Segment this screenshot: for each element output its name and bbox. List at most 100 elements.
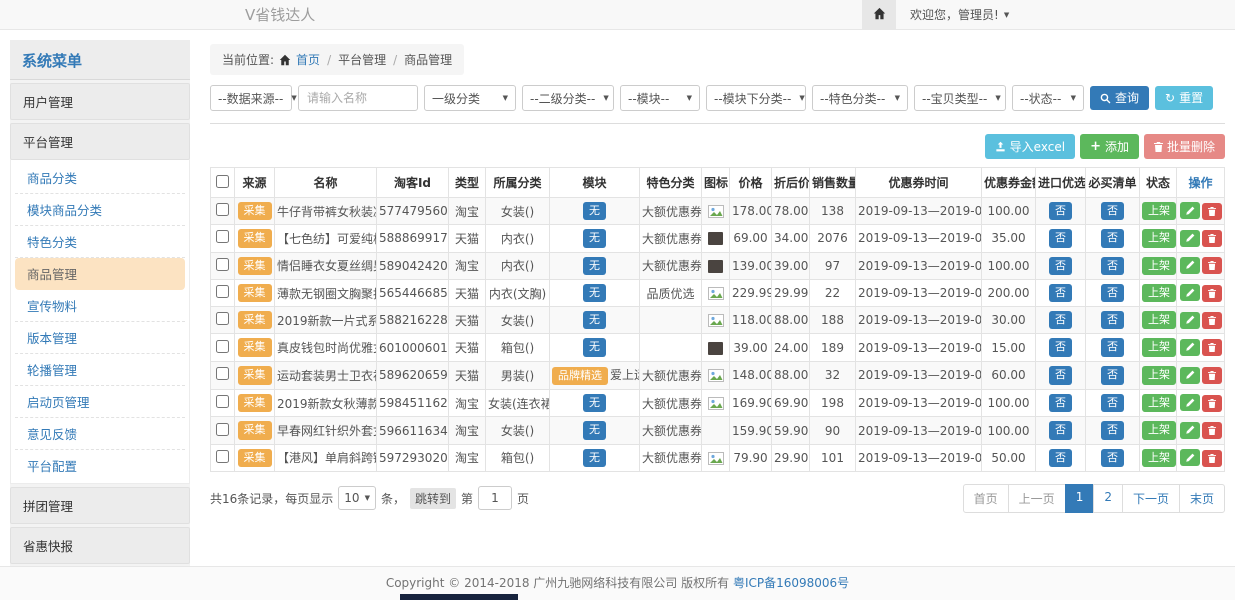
status-toggle[interactable]: 上架 <box>1142 229 1176 247</box>
edit-button[interactable] <box>1180 449 1200 466</box>
delete-button[interactable] <box>1202 230 1222 247</box>
sidebar-group[interactable]: 用户管理 <box>10 83 190 120</box>
filter-level2-select[interactable]: --二级分类--▼ <box>522 85 614 111</box>
status-toggle[interactable]: 上架 <box>1142 449 1176 467</box>
sidebar-item[interactable]: 特色分类 <box>15 226 185 258</box>
pager-button[interactable]: 首页 <box>963 484 1009 513</box>
import-select-toggle[interactable]: 否 <box>1049 229 1072 247</box>
delete-button[interactable] <box>1202 257 1222 274</box>
sidebar-group[interactable]: 平台管理 <box>10 123 190 160</box>
filter-item-type-select[interactable]: --宝贝类型--▼ <box>914 85 1006 111</box>
breadcrumb-home-link[interactable]: 首页 <box>296 51 320 68</box>
delete-button[interactable] <box>1202 203 1222 220</box>
select-all-checkbox[interactable] <box>216 175 229 188</box>
search-button[interactable]: 查询 <box>1090 86 1149 110</box>
sidebar-item[interactable]: 版本管理 <box>15 322 185 354</box>
add-button[interactable]: + 添加 <box>1080 134 1139 159</box>
jump-page-input[interactable] <box>478 486 512 510</box>
pager-button[interactable]: 末页 <box>1179 484 1225 513</box>
row-checkbox[interactable] <box>216 395 229 408</box>
edit-button[interactable] <box>1180 394 1200 411</box>
row-checkbox[interactable] <box>216 258 229 271</box>
import-select-toggle[interactable]: 否 <box>1049 311 1072 329</box>
status-toggle[interactable]: 上架 <box>1142 311 1176 329</box>
icp-link[interactable]: 粤ICP备16098006号 <box>733 576 849 590</box>
batch-delete-button[interactable]: 批量删除 <box>1144 134 1225 159</box>
row-checkbox[interactable] <box>216 230 229 243</box>
row-checkbox[interactable] <box>216 203 229 216</box>
jump-to-label[interactable]: 跳转到 <box>410 488 456 509</box>
must-buy-toggle[interactable]: 否 <box>1101 202 1124 220</box>
must-buy-toggle[interactable]: 否 <box>1101 257 1124 275</box>
per-page-select[interactable]: 10 ▼ <box>338 486 376 510</box>
must-buy-toggle[interactable]: 否 <box>1101 421 1124 439</box>
row-checkbox[interactable] <box>216 312 229 325</box>
row-checkbox[interactable] <box>216 367 229 380</box>
import-select-toggle[interactable]: 否 <box>1049 421 1072 439</box>
user-menu[interactable]: 欢迎您，管理员! ▼ <box>896 6 1023 23</box>
edit-button[interactable] <box>1180 257 1200 274</box>
import-select-toggle[interactable]: 否 <box>1049 257 1072 275</box>
must-buy-toggle[interactable]: 否 <box>1101 449 1124 467</box>
delete-button[interactable] <box>1202 395 1222 412</box>
edit-button[interactable] <box>1180 422 1200 439</box>
edit-button[interactable] <box>1180 230 1200 247</box>
status-toggle[interactable]: 上架 <box>1142 394 1176 412</box>
reset-button[interactable]: ↻ 重置 <box>1155 86 1213 110</box>
status-toggle[interactable]: 上架 <box>1142 421 1176 439</box>
must-buy-toggle[interactable]: 否 <box>1101 311 1124 329</box>
must-buy-toggle[interactable]: 否 <box>1101 284 1124 302</box>
sidebar-item[interactable]: 启动页管理 <box>15 386 185 418</box>
filter-status-select[interactable]: --状态--▼ <box>1012 85 1084 111</box>
filter-name-input[interactable] <box>298 85 418 111</box>
status-toggle[interactable]: 上架 <box>1142 366 1176 384</box>
sidebar-item[interactable]: 商品分类 <box>15 162 185 194</box>
delete-button[interactable] <box>1202 450 1222 467</box>
sidebar-item[interactable]: 轮播管理 <box>15 354 185 386</box>
home-button[interactable] <box>862 0 896 29</box>
row-checkbox[interactable] <box>216 285 229 298</box>
edit-button[interactable] <box>1180 312 1200 329</box>
sidebar-item[interactable]: 宣传物料 <box>15 290 185 322</box>
import-select-toggle[interactable]: 否 <box>1049 366 1072 384</box>
edit-button[interactable] <box>1180 339 1200 356</box>
pager-button[interactable]: 2 <box>1093 484 1123 513</box>
sidebar-item[interactable]: 商品管理 <box>15 258 185 290</box>
sidebar-group[interactable]: 拼团管理 <box>10 487 190 524</box>
filter-module-select[interactable]: --模块--▼ <box>620 85 700 111</box>
must-buy-toggle[interactable]: 否 <box>1101 366 1124 384</box>
filter-level1-select[interactable]: 一级分类▼ <box>424 85 516 111</box>
must-buy-toggle[interactable]: 否 <box>1101 394 1124 412</box>
must-buy-toggle[interactable]: 否 <box>1101 338 1124 356</box>
row-checkbox[interactable] <box>216 340 229 353</box>
must-buy-toggle[interactable]: 否 <box>1101 229 1124 247</box>
filter-module-sub-select[interactable]: --模块下分类--▼ <box>706 85 806 111</box>
import-select-toggle[interactable]: 否 <box>1049 284 1072 302</box>
import-select-toggle[interactable]: 否 <box>1049 449 1072 467</box>
import-select-toggle[interactable]: 否 <box>1049 202 1072 220</box>
status-toggle[interactable]: 上架 <box>1142 202 1176 220</box>
pager-button[interactable]: 1 <box>1065 484 1095 513</box>
delete-button[interactable] <box>1202 422 1222 439</box>
delete-button[interactable] <box>1202 285 1222 302</box>
import-select-toggle[interactable]: 否 <box>1049 394 1072 412</box>
edit-button[interactable] <box>1180 367 1200 384</box>
status-toggle[interactable]: 上架 <box>1142 257 1176 275</box>
status-toggle[interactable]: 上架 <box>1142 338 1176 356</box>
edit-button[interactable] <box>1180 202 1200 219</box>
import-excel-button[interactable]: 导入excel <box>985 134 1075 159</box>
sidebar-item[interactable]: 意见反馈 <box>15 418 185 450</box>
delete-button[interactable] <box>1202 339 1222 356</box>
sidebar-group[interactable]: 省惠快报 <box>10 527 190 564</box>
sidebar-item[interactable]: 平台配置 <box>15 450 185 481</box>
pager-button[interactable]: 上一页 <box>1008 484 1066 513</box>
filter-source-select[interactable]: --数据来源--▼ <box>210 85 292 111</box>
row-checkbox[interactable] <box>216 450 229 463</box>
row-checkbox[interactable] <box>216 423 229 436</box>
delete-button[interactable] <box>1202 367 1222 384</box>
import-select-toggle[interactable]: 否 <box>1049 338 1072 356</box>
sidebar-item[interactable]: 模块商品分类 <box>15 194 185 226</box>
delete-button[interactable] <box>1202 312 1222 329</box>
status-toggle[interactable]: 上架 <box>1142 284 1176 302</box>
pager-button[interactable]: 下一页 <box>1122 484 1180 513</box>
